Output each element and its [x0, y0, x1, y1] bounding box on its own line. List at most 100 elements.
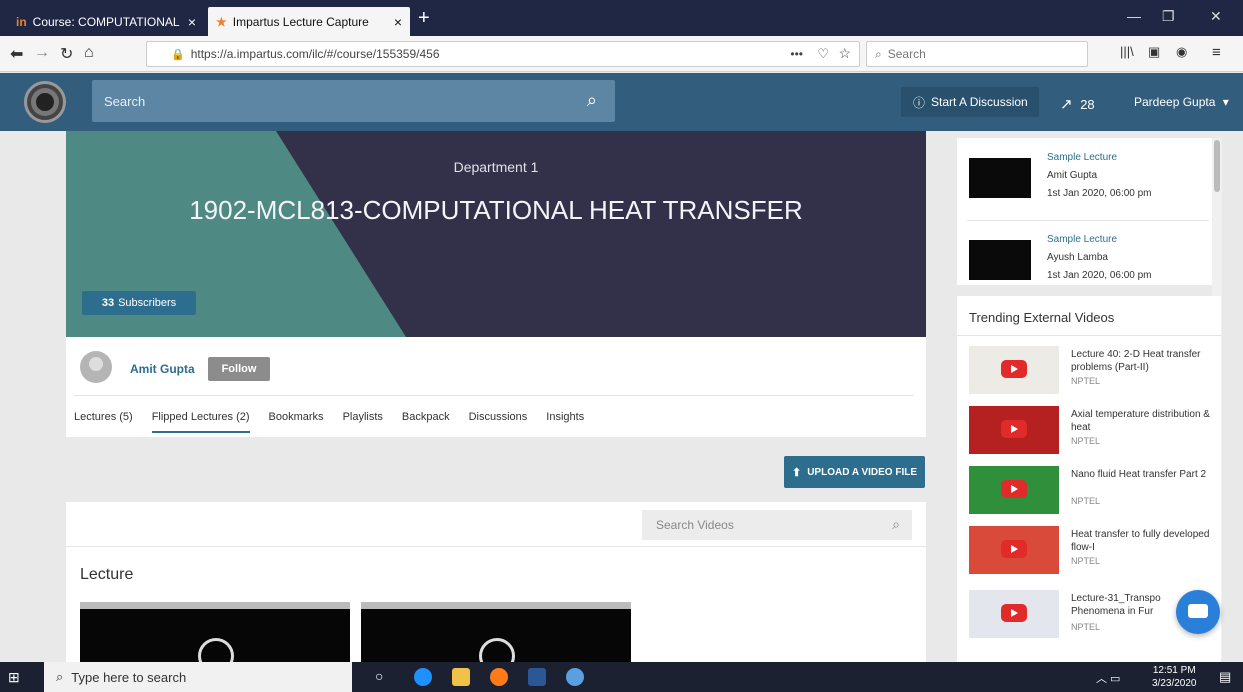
video-thumbnail[interactable]	[969, 466, 1059, 514]
task-view-icon[interactable]: ○	[375, 668, 383, 684]
trending-button[interactable]: ↗ 28	[1060, 95, 1095, 113]
start-discussion-label: Start A Discussion	[931, 95, 1028, 109]
url-bar[interactable]: 🔒 https://a.impartus.com/ilc/#/course/15…	[146, 41, 860, 67]
list-item[interactable]: Axial temperature distribution & heat NP…	[957, 400, 1221, 460]
video-title[interactable]: Lecture 40: 2-D Heat transfer problems (…	[1071, 348, 1211, 374]
list-item[interactable]: Heat transfer to fully developed flow-I …	[957, 520, 1221, 580]
lecture-author: Amit Gupta	[1047, 170, 1098, 181]
maximize-icon[interactable]: ❐	[1162, 8, 1175, 25]
lecture-thumbnail[interactable]	[969, 158, 1031, 198]
video-title[interactable]: Lecture-31_Transpo Phenomena in Fur	[1071, 592, 1191, 618]
account-icon[interactable]: ◉	[1176, 44, 1187, 60]
institute-logo[interactable]	[24, 81, 66, 123]
video-title[interactable]: Heat transfer to fully developed flow-I	[1071, 528, 1211, 554]
chevron-down-icon: ▾	[1222, 95, 1229, 109]
thumbnail-toolbar	[80, 602, 350, 609]
lecture-title[interactable]: Sample Lecture	[1047, 234, 1117, 245]
home-icon[interactable]: ⌂	[84, 44, 94, 62]
tab-playlists[interactable]: Playlists	[343, 411, 383, 433]
system-tray-icons[interactable]: ︿ ▭	[1096, 670, 1120, 686]
reload-icon[interactable]: ↻	[60, 44, 73, 64]
play-icon[interactable]	[198, 638, 234, 662]
start-discussion-button[interactable]: ⓘ Start A Discussion	[901, 87, 1039, 117]
search-icon[interactable]: ⌕	[587, 90, 597, 111]
library-icon[interactable]: |||\	[1120, 44, 1134, 59]
browser-search-field[interactable]: ⌕ Search	[866, 41, 1088, 67]
menu-icon[interactable]: ≡	[1212, 44, 1221, 61]
video-thumbnail[interactable]	[969, 346, 1059, 394]
browser-tab-impartus[interactable]: ★ Impartus Lecture Capture ×	[208, 7, 410, 36]
edge-icon[interactable]	[414, 668, 432, 686]
url-text: https://a.impartus.com/ilc/#/course/1553…	[190, 47, 440, 61]
user-menu[interactable]: Pardeep Gupta ▾	[1134, 95, 1229, 109]
tab-lectures[interactable]: Lectures (5)	[74, 411, 133, 433]
video-thumbnail[interactable]	[969, 526, 1059, 574]
video-source: NPTEL	[1071, 556, 1101, 566]
bookmark-star-icon[interactable]: ☆	[838, 45, 851, 62]
close-window-icon[interactable]: ✕	[1210, 8, 1222, 25]
app-icon[interactable]	[566, 668, 584, 686]
tab-bookmarks[interactable]: Bookmarks	[269, 411, 324, 433]
chat-icon[interactable]	[1176, 590, 1220, 634]
windows-start-icon[interactable]: ⊞	[8, 669, 20, 686]
lock-icon: 🔒	[171, 48, 185, 61]
lecture-title[interactable]: Sample Lecture	[1047, 152, 1117, 163]
tab-backpack[interactable]: Backpack	[402, 411, 450, 433]
pocket-icon[interactable]: ♡	[817, 46, 829, 62]
scrollbar-thumb[interactable]	[1214, 140, 1220, 192]
youtube-play-icon[interactable]	[1001, 604, 1027, 622]
search-icon: ⌕	[56, 669, 64, 684]
subscribers-badge[interactable]: 33 Subscribers	[82, 291, 196, 315]
video-title[interactable]: Nano fluid Heat transfer Part 2	[1071, 468, 1211, 481]
upload-icon: ⬆	[791, 466, 802, 479]
minimize-icon[interactable]: —	[1127, 8, 1141, 24]
tab-discussions[interactable]: Discussions	[469, 411, 528, 433]
youtube-play-icon[interactable]	[1001, 420, 1027, 438]
back-icon[interactable]: ⬅	[10, 44, 23, 64]
page-actions-icon[interactable]: •••	[790, 47, 803, 61]
word-icon[interactable]	[528, 668, 546, 686]
list-item[interactable]: Sample Lecture Ayush Lamba 1st Jan 2020,…	[957, 220, 1221, 285]
search-videos-input[interactable]: Search Videos ⌕	[642, 510, 912, 540]
video-thumbnail[interactable]	[969, 406, 1059, 454]
course-title: 1902-MCL813-COMPUTATIONAL HEAT TRANSFER	[189, 195, 803, 225]
taskbar-search-input[interactable]: ⌕ Type here to search	[44, 662, 352, 692]
section-title: Lecture	[80, 566, 134, 583]
youtube-play-icon[interactable]	[1001, 480, 1027, 498]
lecture-thumbnail[interactable]	[969, 240, 1031, 280]
forward-icon[interactable]: →	[34, 44, 50, 62]
youtube-play-icon[interactable]	[1001, 540, 1027, 558]
lecture-date: 1st Jan 2020, 06:00 pm	[1047, 188, 1152, 199]
list-item[interactable]: Nano fluid Heat transfer Part 2 NPTEL	[957, 460, 1221, 520]
clock[interactable]: 12:51 PM 3/23/2020	[1152, 664, 1197, 690]
browser-tab-bar: in Course: COMPUTATIONAL HE × ★ Impartus…	[0, 0, 1243, 36]
divider	[74, 395, 914, 396]
video-thumbnail[interactable]	[969, 590, 1059, 638]
video-thumbnail[interactable]	[80, 602, 350, 662]
tab-flipped-lectures[interactable]: Flipped Lectures (2)	[151, 411, 250, 433]
lecture-author: Ayush Lamba	[1047, 252, 1108, 263]
tab-close-icon[interactable]: ×	[394, 14, 402, 30]
sidebar-icon[interactable]: ▣	[1148, 44, 1160, 60]
site-search-input[interactable]: Search ⌕	[92, 80, 615, 122]
browser-search-placeholder: Search	[887, 47, 926, 61]
list-item[interactable]: Lecture 40: 2-D Heat transfer problems (…	[957, 340, 1221, 400]
follow-button[interactable]: Follow	[208, 357, 270, 381]
instructor-name[interactable]: Amit Gupta	[130, 362, 195, 376]
file-explorer-icon[interactable]	[452, 668, 470, 686]
divider	[957, 335, 1221, 336]
search-icon[interactable]: ⌕	[892, 516, 900, 533]
play-icon[interactable]	[479, 638, 515, 662]
video-panel: Search Videos ⌕ Lecture	[66, 502, 926, 662]
tab-insights[interactable]: Insights	[546, 411, 584, 433]
upload-video-button[interactable]: ⬆ UPLOAD A VIDEO FILE	[784, 456, 925, 488]
video-thumbnail[interactable]	[361, 602, 631, 662]
notification-icon[interactable]: ▤	[1219, 669, 1231, 685]
firefox-icon[interactable]	[490, 668, 508, 686]
tab-close-icon[interactable]: ×	[188, 14, 196, 30]
new-tab-button[interactable]: +	[418, 7, 430, 30]
browser-tab-course[interactable]: in Course: COMPUTATIONAL HE ×	[8, 7, 204, 36]
video-title[interactable]: Axial temperature distribution & heat	[1071, 408, 1211, 434]
list-item[interactable]: Sample Lecture Amit Gupta 1st Jan 2020, …	[957, 138, 1221, 208]
youtube-play-icon[interactable]	[1001, 360, 1027, 378]
